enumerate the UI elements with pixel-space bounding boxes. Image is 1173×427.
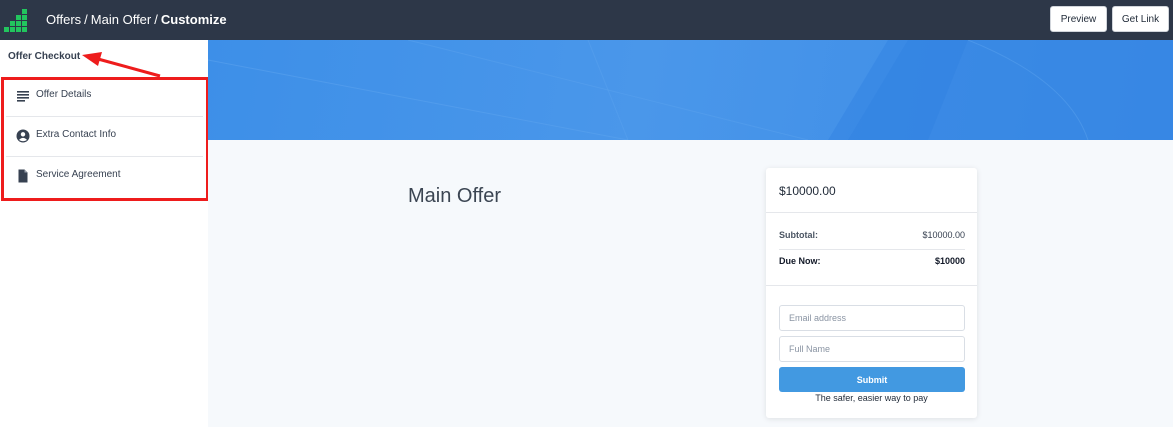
hero-background-shapes [208,40,1173,140]
breadcrumb-separator: / [84,12,88,27]
divider [779,249,965,250]
top-bar: Offers / Main Offer / Customize Preview Get … [0,0,1173,40]
hero-banner [208,40,1173,140]
breadcrumb-offers[interactable]: Offers [46,12,81,27]
main-content: Main Offer $10000.00 Subtotal: $10000.00… [208,40,1173,427]
bar-chart-logo-icon[interactable] [4,6,32,34]
submit-button[interactable]: Submit [779,367,965,392]
breadcrumb-customize: Customize [160,12,227,27]
email-field[interactable] [779,305,965,331]
checkout-card: $10000.00 Subtotal: $10000.00 Due Now: $… [766,168,977,418]
breadcrumb-separator: / [154,12,158,27]
sidebar: Offer Checkout Offer Details Extra Conta… [0,40,209,427]
full-name-field[interactable] [779,336,965,362]
divider [766,212,977,213]
sidebar-title: Offer Checkout [8,51,81,62]
annotation-highlight-box [1,77,209,201]
due-now-value: $10000 [934,256,965,266]
offer-title: Main Offer [408,185,501,207]
payment-tagline: The safer, easier way to pay [815,393,928,403]
preview-button[interactable]: Preview [1050,6,1107,32]
breadcrumb-main-offer[interactable]: Main Offer [91,12,151,27]
get-link-button[interactable]: Get Link [1112,6,1169,32]
subtotal-label: Subtotal: [779,230,818,240]
divider [766,285,977,286]
breadcrumb: Offers / Main Offer / Customize [46,12,227,27]
due-now-label: Due Now: [779,256,821,266]
subtotal-value: $10000.00 [922,230,965,240]
offer-price: $10000.00 [779,184,836,198]
